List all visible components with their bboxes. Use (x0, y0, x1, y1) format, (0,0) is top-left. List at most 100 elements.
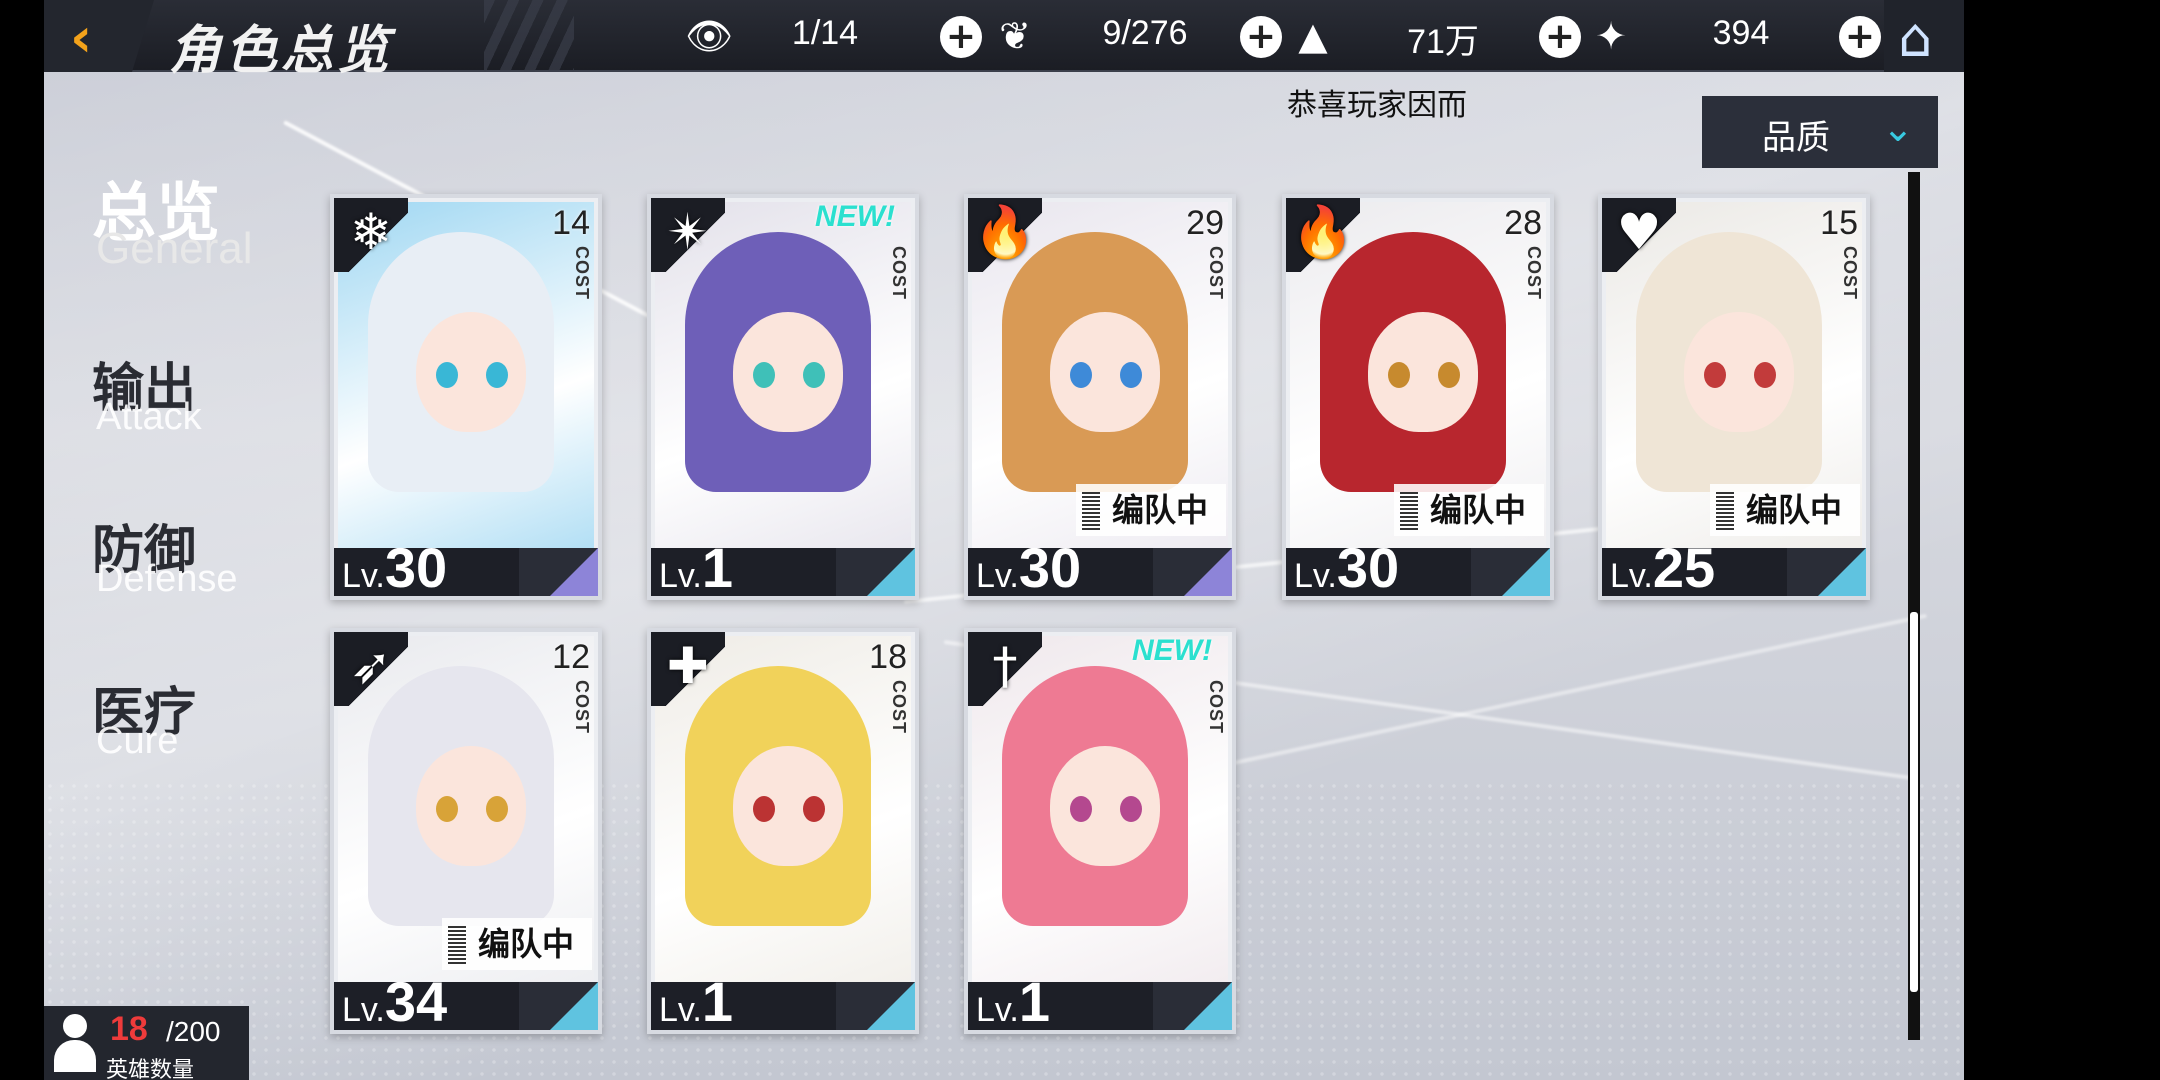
page-title: 角色总览 (169, 21, 394, 81)
level-bar-accent (867, 548, 915, 596)
character-card[interactable]: ❄ 14 COST Lv.30 (330, 194, 602, 600)
character-face (416, 746, 526, 866)
level-prefix: Lv. (659, 991, 702, 1029)
home-icon: ⌂ (1898, 6, 1933, 69)
card-cost-label: COST (889, 680, 909, 735)
character-eye (803, 796, 825, 822)
card-level: Lv.30 (1294, 540, 1399, 596)
light-streak (1143, 613, 1927, 784)
level-prefix: Lv. (1294, 557, 1337, 595)
level-prefix: Lv. (976, 991, 1019, 1029)
character-eye (1070, 796, 1092, 822)
character-card[interactable]: 🔥 29 COST 编队中 Lv.30 (964, 194, 1236, 600)
hero-count-panel: 18 /200 英雄数量 (44, 1006, 249, 1080)
character-face (733, 312, 843, 432)
resource-value: 71万 (1407, 23, 1479, 61)
character-eye (1704, 362, 1726, 388)
tab-attack[interactable]: 输出 Attack (44, 346, 324, 466)
character-card[interactable]: ♥ 15 COST 编队中 Lv.25 (1598, 194, 1870, 600)
card-level: Lv.34 (342, 974, 447, 1030)
character-eye (1120, 796, 1142, 822)
character-eye (753, 362, 775, 388)
in-team-badge: 编队中 (1710, 484, 1860, 536)
level-bar-accent (1184, 548, 1232, 596)
card-cost: 28 (1504, 204, 1542, 242)
card-cost-label: COST (572, 680, 592, 735)
character-face (1050, 312, 1160, 432)
card-level: Lv.30 (342, 540, 447, 596)
character-eye (1438, 362, 1460, 388)
heart-crystal-icon: ❦ (999, 14, 1031, 58)
add-button[interactable]: + (1839, 16, 1881, 58)
chevron-left-icon: ‹ (70, 6, 93, 69)
chevron-down-icon: ⌄ (1882, 106, 1914, 150)
level-bar-accent (867, 982, 915, 1030)
scrollbar[interactable] (1908, 172, 1920, 1040)
level-bar-accent (1502, 548, 1550, 596)
level-prefix: Lv. (976, 557, 1019, 595)
level-bar-accent (550, 982, 598, 1030)
character-card[interactable]: † COST NEW! Lv.1 (964, 628, 1236, 1034)
level-value: 1 (701, 970, 733, 1033)
level-prefix: Lv. (342, 557, 385, 595)
new-badge: NEW! (1132, 634, 1212, 667)
scroll-thumb[interactable] (1910, 612, 1918, 992)
card-cost: 18 (869, 638, 907, 676)
card-level: Lv.30 (976, 540, 1081, 596)
card-level: Lv.1 (976, 974, 1050, 1030)
fire-icon: 🔥 (968, 198, 1042, 272)
character-card[interactable]: ➶ 12 COST 编队中 Lv.34 (330, 628, 602, 1034)
character-eye (1070, 362, 1092, 388)
level-value: 1 (701, 536, 733, 599)
card-cost-label: COST (889, 246, 909, 301)
character-card[interactable]: ✴ COST NEW! Lv.1 (647, 194, 919, 600)
scrolling-notice: 恭喜玩家因而 (1287, 88, 1467, 123)
card-cost-label: COST (1524, 246, 1544, 301)
card-level: Lv.1 (659, 974, 733, 1030)
card-cost: 15 (1820, 204, 1858, 242)
card-cost-label: COST (572, 246, 592, 301)
in-team-badge: 编队中 (1394, 484, 1544, 536)
tab-sublabel: Cure (96, 720, 179, 762)
in-team-badge: 编队中 (1076, 484, 1226, 536)
character-face (1050, 746, 1160, 866)
back-button[interactable]: ‹ (44, 0, 154, 72)
resource-value: 394 (1712, 14, 1770, 52)
sort-label: 品质 (1762, 118, 1830, 158)
character-face (1684, 312, 1794, 432)
level-value: 1 (1018, 970, 1050, 1033)
ice-flower-icon: ❄ (334, 198, 408, 272)
level-prefix: Lv. (659, 557, 702, 595)
star-crystal-icon: ✦ (1595, 14, 1627, 58)
character-card[interactable]: ✚ 18 COST Lv.1 (647, 628, 919, 1034)
add-button[interactable]: + (940, 16, 982, 58)
character-face (416, 312, 526, 432)
tab-defense[interactable]: 防御 Defense (44, 508, 324, 628)
card-cost-label: COST (1206, 246, 1226, 301)
hero-count-current: 18 (110, 1010, 148, 1048)
eye-icon: 👁 (684, 14, 734, 58)
level-value: 34 (384, 970, 448, 1033)
sort-dropdown[interactable]: 品质 ⌄ (1702, 96, 1938, 168)
add-button[interactable]: + (1240, 16, 1282, 58)
card-cost: 14 (552, 204, 590, 242)
home-button[interactable]: ⌂ (1884, 0, 1964, 72)
level-prefix: Lv. (342, 991, 385, 1029)
heart-icon: ♥ (1602, 198, 1676, 272)
card-cost: 12 (552, 638, 590, 676)
fire-icon: 🔥 (1286, 198, 1360, 272)
character-card[interactable]: 🔥 28 COST 编队中 Lv.30 (1282, 194, 1554, 600)
title-decoration (484, 0, 574, 72)
shuriken-icon: ✴ (651, 198, 725, 272)
character-face (1368, 312, 1478, 432)
tab-cure[interactable]: 医疗 Cure (44, 670, 324, 790)
add-button[interactable]: + (1539, 16, 1581, 58)
sword-icon: † (968, 632, 1042, 706)
resource-value: 1/14 (791, 14, 859, 52)
level-value: 30 (384, 536, 448, 599)
level-bar-accent (550, 548, 598, 596)
tab-sublabel: Attack (96, 396, 202, 438)
card-level: Lv.1 (659, 540, 733, 596)
tab-general[interactable]: 总览 General (44, 162, 324, 282)
level-prefix: Lv. (1610, 557, 1653, 595)
